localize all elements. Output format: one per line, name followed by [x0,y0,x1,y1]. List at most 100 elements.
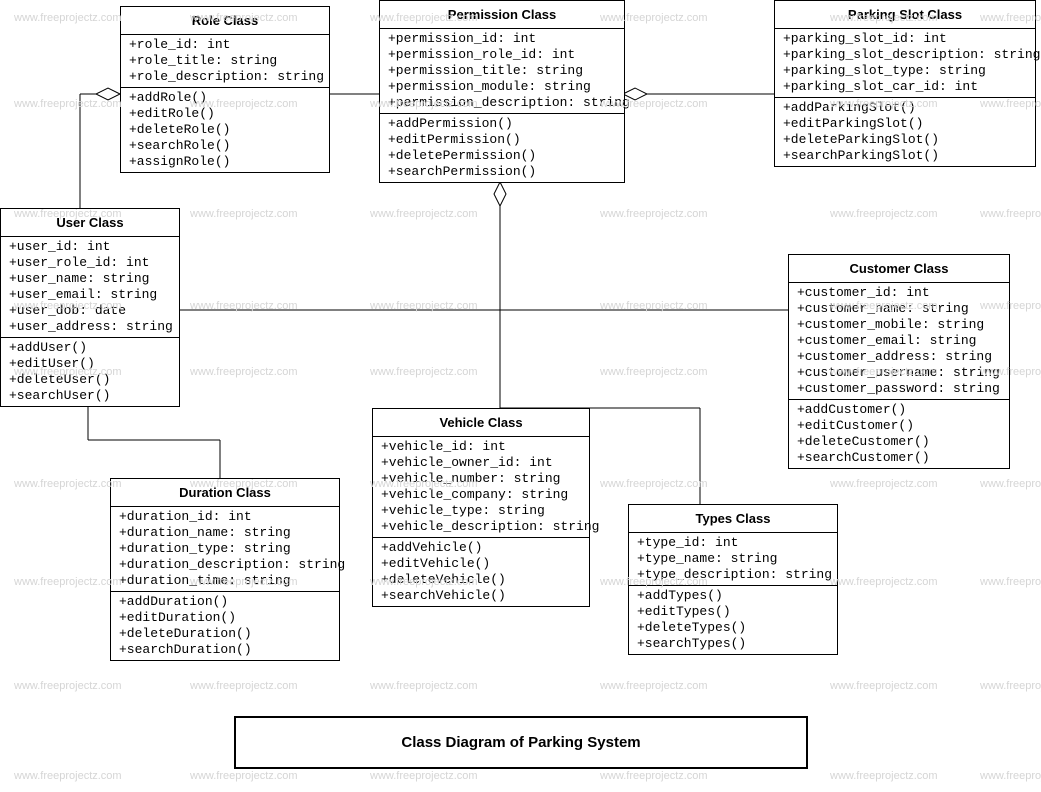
diagram-title-box: Class Diagram of Parking System [234,716,808,769]
class-member: +searchPermission() [388,164,616,180]
class-member: +vehicle_description: string [381,519,581,535]
class-types: Types Class +type_id: int+type_name: str… [628,504,838,655]
class-member: +customer_email: string [797,333,1001,349]
class-parkingslot-methods: +addParkingSlot()+editParkingSlot()+dele… [775,98,1035,166]
watermark-text: www.freeprojectz.com [14,770,122,782]
watermark-text: www.freeprojectz.com [190,366,298,378]
class-member: +addCustomer() [797,402,1001,418]
class-user-methods: +addUser()+editUser()+deleteUser()+searc… [1,338,179,406]
watermark-text: www.freeprojectz.com [14,478,122,490]
class-member: +deleteCustomer() [797,434,1001,450]
class-member: +editVehicle() [381,556,581,572]
class-role-methods: +addRole()+editRole()+deleteRole()+searc… [121,88,329,172]
watermark-text: www.freeprojectz.com [830,770,938,782]
class-member: +searchUser() [9,388,171,404]
watermark-text: www.freeprojectz.com [14,12,122,24]
class-member: +deletePermission() [388,148,616,164]
class-duration-title: Duration Class [111,479,339,507]
class-duration: Duration Class +duration_id: int+duratio… [110,478,340,661]
class-member: +duration_id: int [119,509,331,525]
watermark-text: www.freeprojectz.com [190,770,298,782]
class-vehicle: Vehicle Class +vehicle_id: int+vehicle_o… [372,408,590,607]
watermark-text: www.freeprojectz.com [190,208,298,220]
diamond-role-user [96,88,120,100]
watermark-text: www.freeprojectz.com [600,770,708,782]
class-member: +user_name: string [9,271,171,287]
class-permission: Permission Class +permission_id: int +per… [379,0,625,183]
class-member: +assignRole() [129,154,321,170]
class-member: +editTypes() [637,604,829,620]
watermark-text: www.freeprojectz.com [190,680,298,692]
class-member: +duration_time: string [119,573,331,589]
class-member: +customer_name: string [797,301,1001,317]
watermark-text: www.freeprojectz.com [600,680,708,692]
class-member: +addVehicle() [381,540,581,556]
class-member: +user_dob: date [9,303,171,319]
class-parkingslot-attributes: +parking_slot_id: int+parking_slot_descr… [775,29,1035,98]
class-member: +parking_slot_id: int [783,31,1027,47]
class-member: +addUser() [9,340,171,356]
watermark-text: www.freeprojectz.com [600,478,708,490]
class-member: +editCustomer() [797,418,1001,434]
watermark-text: www.freeprojectz.com [830,576,938,588]
diamond-permission-bottom [494,182,506,206]
class-member: +deleteParkingSlot() [783,132,1027,148]
class-member: +type_id: int [637,535,829,551]
class-member: +duration_description: string [119,557,331,573]
class-member: +customer_mobile: string [797,317,1001,333]
class-member: +vehicle_owner_id: int [381,455,581,471]
class-customer-title: Customer Class [789,255,1009,283]
class-member: +customer_username: string [797,365,1001,381]
diagram-canvas: // generated inline below by binder from… [0,0,1041,792]
watermark-text: www.freeprojectz.com [370,770,478,782]
watermark-text: www.freeprojectz.com [370,208,478,220]
class-member: +addParkingSlot() [783,100,1027,116]
class-member: +vehicle_id: int [381,439,581,455]
class-types-title: Types Class [629,505,837,533]
class-member: +customer_password: string [797,381,1001,397]
class-member: +parking_slot_type: string [783,63,1027,79]
class-member: +addRole() [129,90,321,106]
watermark-text: www.freeprojectz.com [14,680,122,692]
class-member: +permission_title: string [388,63,616,79]
class-customer-attributes: +customer_id: int+customer_name: string+… [789,283,1009,400]
class-vehicle-methods: +addVehicle()+editVehicle()+deleteVehicl… [373,538,589,606]
class-user-attributes: +user_id: int+user_role_id: int+user_nam… [1,237,179,338]
class-member: +deleteRole() [129,122,321,138]
watermark-text: www.freeprojectz.com [980,680,1041,692]
class-member: +editDuration() [119,610,331,626]
class-role: Role Class +role_id: int+role_title: str… [120,6,330,173]
class-member: +permission_description: string [388,95,616,111]
class-member: +permission_module: string [388,79,616,95]
class-member: +role_id: int [129,37,321,53]
watermark-text: www.freeprojectz.com [600,208,708,220]
class-member: +deleteDuration() [119,626,331,642]
class-member: +vehicle_company: string [381,487,581,503]
class-member: +editRole() [129,106,321,122]
class-member: +role_title: string [129,53,321,69]
class-duration-attributes: +duration_id: int+duration_name: string+… [111,507,339,592]
class-permission-title: Permission Class [380,1,624,29]
watermark-text: www.freeprojectz.com [980,770,1041,782]
class-member: +searchCustomer() [797,450,1001,466]
class-member: +editUser() [9,356,171,372]
class-member: +addDuration() [119,594,331,610]
class-member: +searchParkingSlot() [783,148,1027,164]
class-member: +customer_address: string [797,349,1001,365]
class-member: +addTypes() [637,588,829,604]
watermark-text: www.freeprojectz.com [14,98,122,110]
watermark-text: www.freeprojectz.com [370,300,478,312]
class-member: +parking_slot_description: string [783,47,1027,63]
class-member: +searchTypes() [637,636,829,652]
watermark-text: www.freeprojectz.com [830,680,938,692]
class-member: +permission_id: int [388,31,616,47]
class-user-title: User Class [1,209,179,237]
class-member: +searchDuration() [119,642,331,658]
watermark-text: www.freeprojectz.com [980,576,1041,588]
class-member: +editParkingSlot() [783,116,1027,132]
class-member: +vehicle_number: string [381,471,581,487]
class-role-attributes: +role_id: int+role_title: string+role_de… [121,35,329,88]
class-member: +type_description: string [637,567,829,583]
class-role-title: Role Class [121,7,329,35]
class-member: +user_role_id: int [9,255,171,271]
